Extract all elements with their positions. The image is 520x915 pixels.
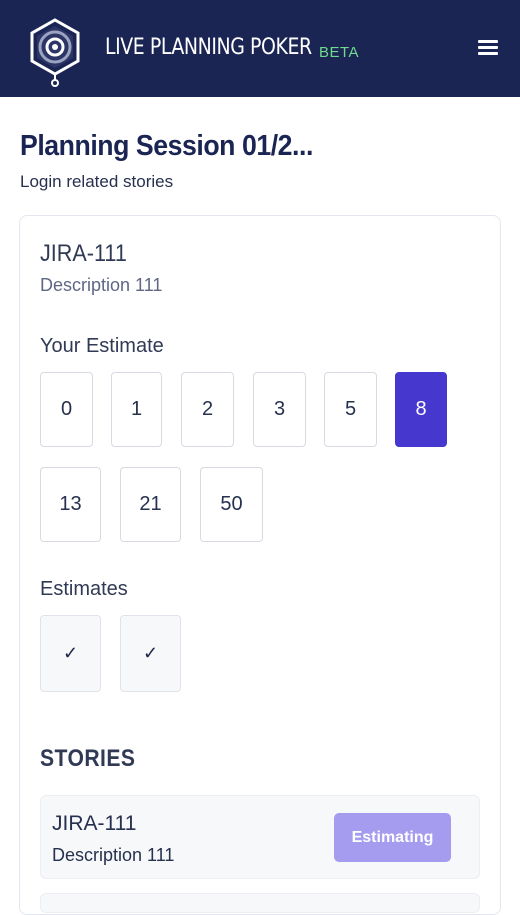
estimate-card-50[interactable]: 50 (200, 467, 263, 542)
beta-badge: BETA (319, 44, 360, 61)
estimate-card-5[interactable]: 5 (324, 372, 377, 447)
estimate-card-1[interactable]: 1 (111, 372, 162, 447)
participant-estimate-card: ✓ (40, 615, 101, 692)
top-navbar: LIVE PLANNING POKER BETA (0, 0, 520, 97)
app-title[interactable]: LIVE PLANNING POKER (105, 35, 312, 60)
estimate-card-21[interactable]: 21 (120, 467, 181, 542)
current-story-key: JIRA-111 (40, 240, 127, 267)
story-list-item[interactable] (40, 893, 480, 913)
session-subtitle: Login related stories (20, 172, 174, 191)
estimate-card-3[interactable]: 3 (253, 372, 306, 447)
story-description: Description 111 (52, 845, 175, 865)
estimate-card-2[interactable]: 2 (181, 372, 234, 447)
estimate-card-8[interactable]: 8 (395, 372, 447, 447)
estimate-card-0[interactable]: 0 (40, 372, 93, 447)
status-badge: Estimating (334, 813, 451, 862)
session-title: Planning Session 01/2... (20, 130, 313, 162)
participant-estimate-card: ✓ (120, 615, 181, 692)
logo-icon[interactable] (28, 18, 82, 88)
your-estimate-label: Your Estimate (40, 335, 164, 357)
story-list-item[interactable]: JIRA-111 Description 111 Estimating (40, 795, 480, 879)
estimate-card-13[interactable]: 13 (40, 467, 101, 542)
estimates-label: Estimates (40, 578, 128, 600)
hamburger-menu-icon[interactable] (478, 40, 498, 56)
current-story-description: Description 111 (40, 275, 163, 295)
stories-heading: STORIES (40, 745, 136, 772)
story-key: JIRA-111 (52, 812, 137, 835)
